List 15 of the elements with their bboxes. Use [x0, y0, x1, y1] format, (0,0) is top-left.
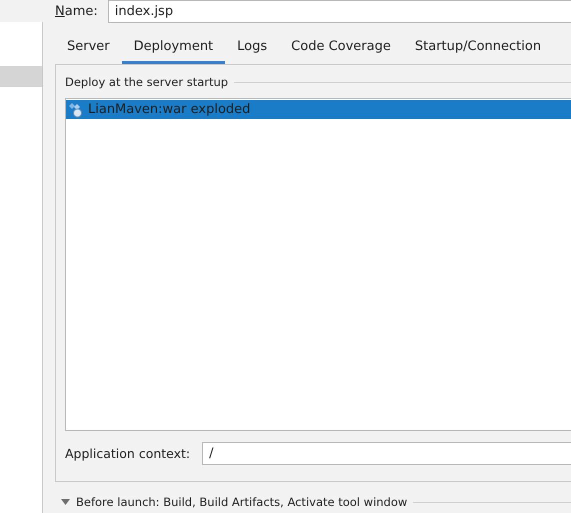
- artifact-icon: [68, 102, 84, 118]
- group-title: Deploy at the server startup: [65, 75, 228, 89]
- artifact-item[interactable]: LianMaven:war exploded: [66, 100, 571, 119]
- artifact-list[interactable]: LianMaven:war exploded: [65, 98, 571, 431]
- collapse-triangle-icon[interactable]: [61, 499, 70, 505]
- name-label: Name:: [55, 4, 98, 19]
- name-field[interactable]: index.jsp: [108, 0, 571, 23]
- context-field[interactable]: /: [202, 442, 571, 465]
- before-launch-label: Before launch: Build, Build Artifacts, Activate tool window: [76, 495, 408, 509]
- context-label: Application context:: [65, 446, 190, 461]
- tab[interactable]: Server: [55, 31, 122, 64]
- tab[interactable]: Logs: [225, 31, 280, 64]
- tab[interactable]: Code Coverage: [279, 31, 403, 64]
- tab[interactable]: Deployment: [122, 31, 226, 64]
- tab[interactable]: Startup/Connection: [402, 31, 554, 64]
